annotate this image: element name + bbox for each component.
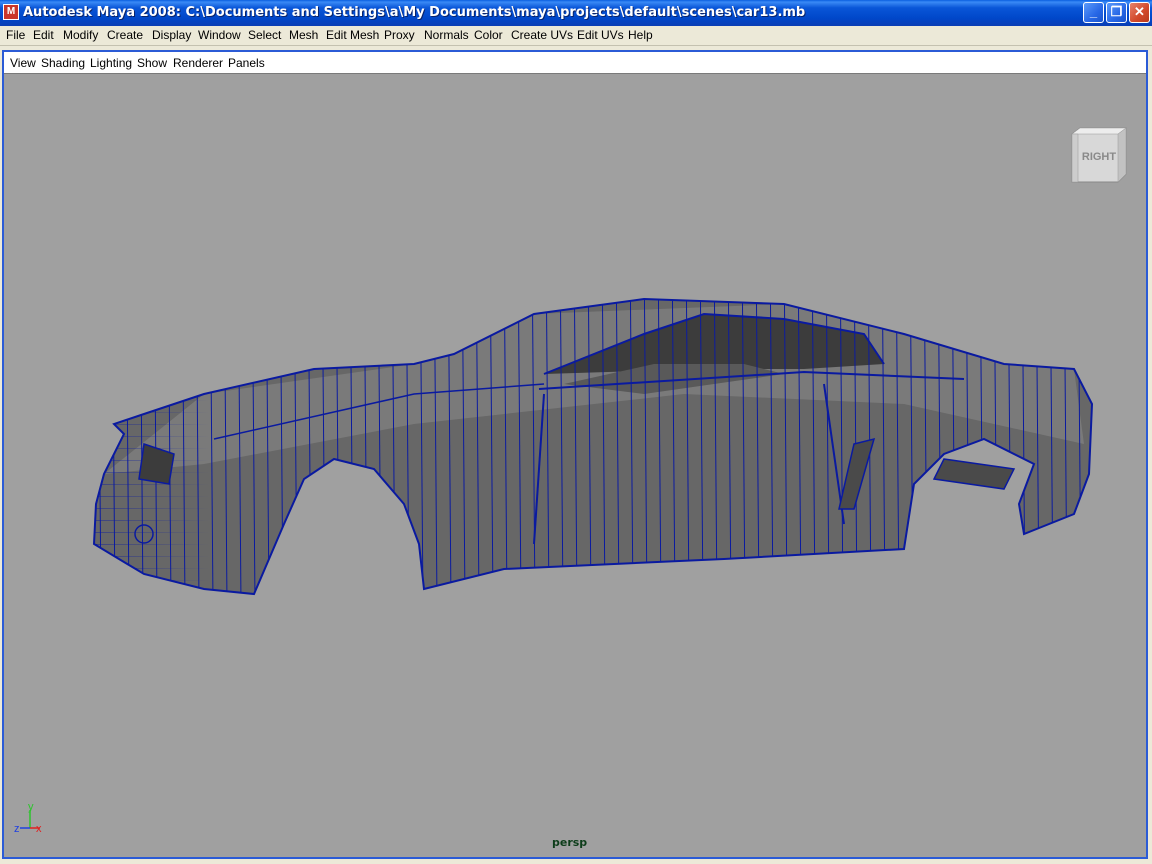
menu-edit-uvs[interactable]: Edit UVs — [577, 28, 624, 42]
panel-menu-renderer[interactable]: Renderer — [173, 56, 223, 70]
minimize-button[interactable]: _ — [1083, 2, 1104, 23]
panel-menu-bar: View Shading Lighting Show Renderer Pane… — [4, 52, 1146, 74]
axis-z-label: z — [14, 823, 20, 835]
menu-modify[interactable]: Modify — [63, 28, 98, 42]
maya-app-icon[interactable]: M — [3, 4, 19, 20]
menu-display[interactable]: Display — [152, 28, 191, 42]
menu-create-uvs[interactable]: Create UVs — [511, 28, 573, 42]
panel-frame: View Shading Lighting Show Renderer Pane… — [0, 46, 1152, 864]
menu-edit-mesh[interactable]: Edit Mesh — [326, 28, 379, 42]
axis-indicator: y x z — [10, 801, 50, 842]
view-cube-face-label: RIGHT — [1082, 151, 1117, 163]
camera-name: persp — [552, 836, 588, 849]
main-menu-bar: File Edit Modify Create Display Window S… — [0, 26, 1152, 46]
window-title: Autodesk Maya 2008: C:\Documents and Set… — [23, 5, 806, 20]
menu-create[interactable]: Create — [107, 28, 143, 42]
car-body-mesh[interactable] — [84, 244, 1094, 604]
menu-help[interactable]: Help — [628, 28, 653, 42]
panel-menu-view[interactable]: View — [10, 56, 36, 70]
menu-proxy[interactable]: Proxy — [384, 28, 415, 42]
menu-window[interactable]: Window — [198, 28, 241, 42]
close-button[interactable]: ✕ — [1129, 2, 1150, 23]
menu-select[interactable]: Select — [248, 28, 281, 42]
view-cube[interactable]: RIGHT — [1066, 126, 1128, 184]
maximize-button[interactable]: ❐ — [1106, 2, 1127, 23]
panel-menu-lighting[interactable]: Lighting — [90, 56, 132, 70]
menu-file[interactable]: File — [6, 28, 25, 42]
menu-normals[interactable]: Normals — [424, 28, 469, 42]
title-bar: M Autodesk Maya 2008: C:\Documents and S… — [0, 0, 1152, 26]
viewport-panel: View Shading Lighting Show Renderer Pane… — [2, 50, 1148, 859]
menu-mesh[interactable]: Mesh — [289, 28, 318, 42]
axis-y-label: y — [28, 802, 34, 813]
panel-menu-show[interactable]: Show — [137, 56, 167, 70]
panel-menu-panels[interactable]: Panels — [228, 56, 265, 70]
axis-x-label: x — [36, 823, 42, 835]
menu-edit[interactable]: Edit — [33, 28, 54, 42]
panel-menu-shading[interactable]: Shading — [41, 56, 85, 70]
menu-color[interactable]: Color — [474, 28, 503, 42]
perspective-viewport[interactable]: RIGHT y x z persp — [4, 74, 1146, 857]
